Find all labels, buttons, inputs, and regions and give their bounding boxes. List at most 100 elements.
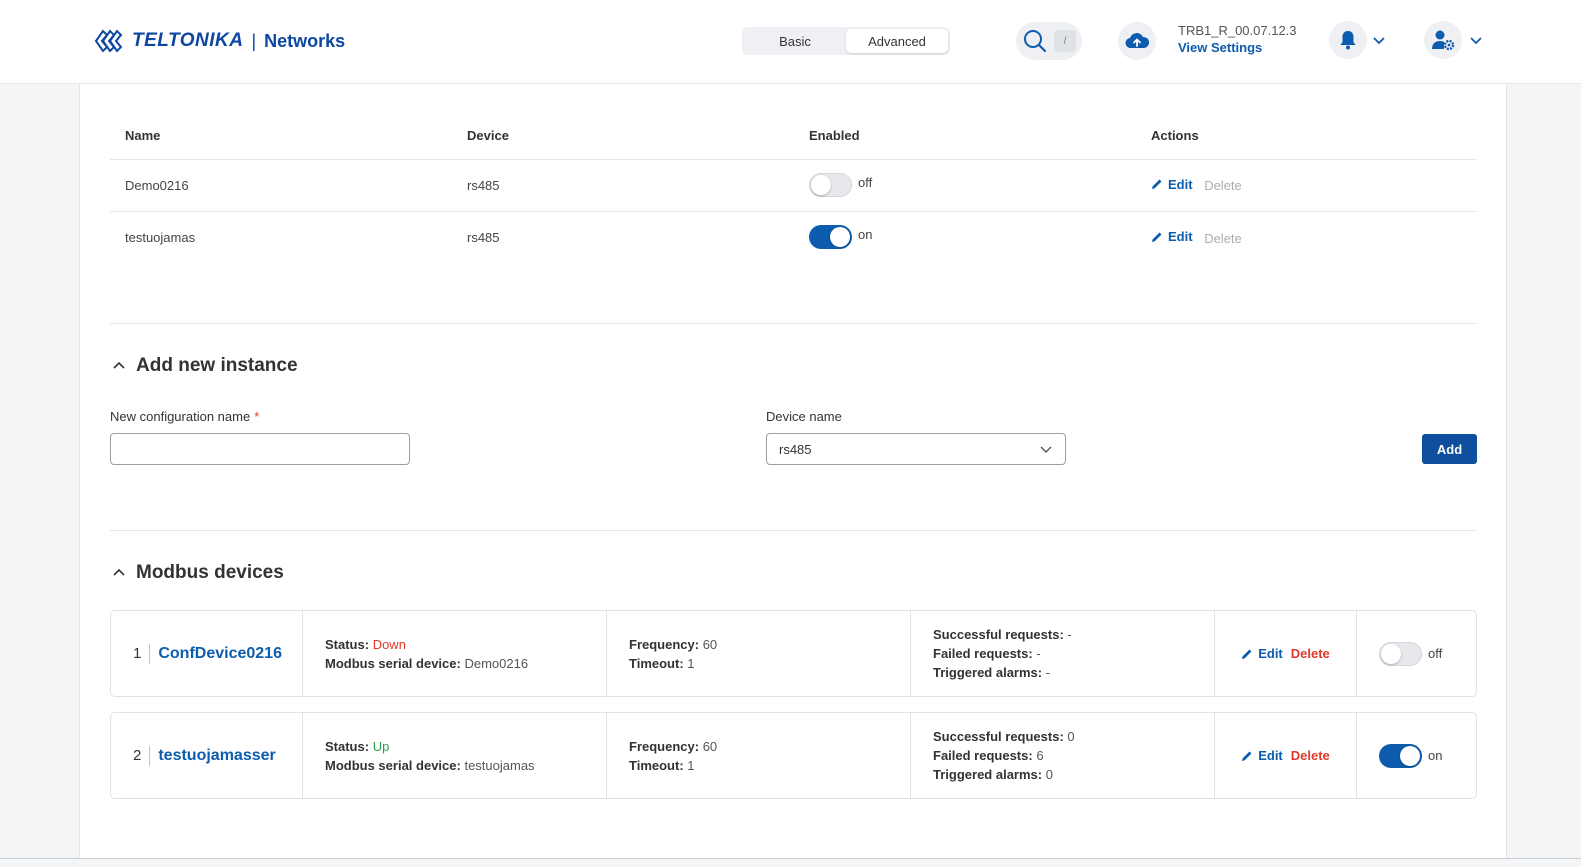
- mode-basic-button[interactable]: Basic: [744, 29, 846, 53]
- enable-toggle[interactable]: [1379, 641, 1422, 666]
- column-header-actions: Actions: [1136, 112, 1477, 160]
- toggle-knob: [1400, 745, 1420, 766]
- instances-table: Name Device Enabled Actions Demo0216 rs4…: [110, 112, 1477, 263]
- cloud-upload-button[interactable]: [1118, 22, 1156, 60]
- device-name-label: Device name: [766, 409, 842, 424]
- device-actions-cell: Edit Delete: [1215, 611, 1357, 696]
- modbus-device-card: 2 testuojamasser Status: Up Modbus seria…: [110, 712, 1477, 799]
- device-name-selected-value: rs485: [779, 441, 812, 457]
- section-divider: [110, 530, 1477, 531]
- firmware-version: TRB1_R_00.07.12.3: [1178, 23, 1297, 38]
- device-name-link[interactable]: ConfDevice0216: [158, 644, 282, 663]
- serial-device-value: Demo0216: [464, 655, 529, 671]
- pencil-icon: [1152, 179, 1162, 190]
- triggered-alarms-key: Triggered alarms:: [933, 665, 1043, 680]
- toggle-state-label: off: [858, 174, 873, 190]
- successful-requests-value: -: [1067, 627, 1072, 642]
- status-key: Status:: [325, 636, 370, 652]
- config-name-label-text: New configuration name: [110, 409, 251, 424]
- successful-requests-value: 0: [1067, 729, 1075, 744]
- search-shortcut: /: [1054, 30, 1076, 52]
- triggered-alarms-value: -: [1045, 665, 1051, 680]
- device-enable-cell: off: [1357, 611, 1476, 696]
- view-settings-link[interactable]: View Settings: [1178, 40, 1297, 55]
- device-name-link[interactable]: testuojamasser: [158, 746, 275, 765]
- timeout-value: 1: [687, 655, 695, 671]
- table-row: Demo0216 rs485 off Edit Delete: [110, 159, 1477, 212]
- notifications-chevron-down-icon[interactable]: [1372, 34, 1386, 46]
- user-menu-chevron-down-icon[interactable]: [1469, 34, 1483, 46]
- modbus-devices-section-toggle[interactable]: Modbus devices: [112, 562, 284, 584]
- device-status-cell: Status: Down Modbus serial device: Demo0…: [303, 611, 607, 696]
- notifications-button[interactable]: [1329, 21, 1367, 59]
- failed-requests-key: Failed requests:: [933, 646, 1033, 661]
- status-value: Down: [372, 636, 406, 652]
- teltonika-logo[interactable]: TELTONIKA | Networks: [94, 26, 345, 56]
- toggle-knob: [1381, 643, 1401, 664]
- enable-toggle[interactable]: [1379, 743, 1422, 768]
- instance-name: testuojamas: [125, 229, 196, 245]
- modbus-devices-title: Modbus devices: [136, 562, 284, 583]
- enable-toggle[interactable]: [809, 173, 852, 197]
- user-settings-icon: [1432, 30, 1455, 51]
- device-stats-cell: Successful requests: - Failed requests: …: [911, 611, 1215, 696]
- device-timing-cell: Frequency: 60 Timeout: 1: [607, 611, 911, 696]
- edit-button[interactable]: Edit: [1151, 229, 1193, 244]
- frequency-key: Frequency:: [629, 636, 700, 652]
- table-row: testuojamas rs485 on Edit Delete: [110, 211, 1477, 263]
- add-instance-title: Add new instance: [136, 355, 298, 376]
- bell-icon: [1340, 31, 1356, 50]
- edit-button[interactable]: Edit: [1241, 746, 1283, 765]
- device-index: 1: [133, 643, 151, 664]
- serial-device-key: Modbus serial device:: [325, 655, 461, 671]
- page-bottom-border: [0, 858, 1581, 859]
- mode-advanced-button[interactable]: Advanced: [846, 29, 948, 53]
- delete-button[interactable]: Delete: [1204, 178, 1242, 193]
- enable-toggle[interactable]: [809, 225, 852, 250]
- device-info: TRB1_R_00.07.12.3 View Settings: [1178, 23, 1297, 55]
- config-name-label: New configuration name *: [110, 409, 259, 424]
- toggle-state-label: off: [1428, 646, 1443, 661]
- edit-button[interactable]: Edit: [1151, 177, 1193, 192]
- failed-requests-value: 6: [1036, 748, 1044, 763]
- brand-separator: |: [251, 30, 257, 51]
- teltonika-logo-icon: [94, 29, 123, 53]
- config-name-input[interactable]: [110, 433, 410, 465]
- pencil-icon: [1152, 232, 1162, 242]
- failed-requests-key: Failed requests:: [933, 748, 1033, 763]
- device-identity-cell: 2 testuojamasser: [111, 713, 303, 798]
- edit-button[interactable]: Edit: [1241, 644, 1283, 663]
- instance-name: Demo0216: [110, 159, 452, 212]
- top-bar: TELTONIKA | Networks Basic Advanced / TR…: [0, 0, 1581, 84]
- chevron-up-icon: [113, 361, 125, 369]
- device-name-select[interactable]: rs485: [766, 433, 1066, 465]
- pencil-icon: [1242, 751, 1252, 761]
- instance-enabled-cell: on: [794, 211, 1136, 263]
- delete-button[interactable]: Delete: [1291, 644, 1330, 663]
- frequency-key: Frequency:: [629, 738, 700, 754]
- add-instance-section-toggle[interactable]: Add new instance: [112, 355, 298, 377]
- mode-toggle: Basic Advanced: [742, 27, 950, 55]
- toggle-knob: [830, 227, 850, 248]
- timeout-key: Timeout:: [629, 757, 684, 773]
- chevron-up-icon: [113, 568, 125, 576]
- add-button[interactable]: Add: [1422, 434, 1477, 464]
- search-button[interactable]: /: [1016, 22, 1082, 60]
- column-header-name: Name: [110, 112, 452, 160]
- delete-button[interactable]: Delete: [1204, 231, 1242, 246]
- serial-device-key: Modbus serial device:: [325, 757, 461, 773]
- timeout-value: 1: [687, 757, 695, 773]
- instance-device: rs485: [452, 159, 794, 212]
- instance-actions-cell: Edit Delete: [1136, 211, 1477, 263]
- user-menu-button[interactable]: [1424, 21, 1462, 59]
- edit-label: Edit: [1258, 646, 1283, 661]
- product-name: Networks: [264, 30, 346, 51]
- required-marker: *: [254, 409, 260, 424]
- delete-button[interactable]: Delete: [1291, 746, 1330, 765]
- frequency-value: 60: [702, 636, 718, 652]
- timeout-key: Timeout:: [629, 655, 684, 671]
- brand-name: TELTONIKA: [132, 30, 244, 51]
- edit-label: Edit: [1258, 748, 1283, 763]
- instance-device: rs485: [467, 229, 500, 245]
- device-index: 2: [133, 745, 151, 766]
